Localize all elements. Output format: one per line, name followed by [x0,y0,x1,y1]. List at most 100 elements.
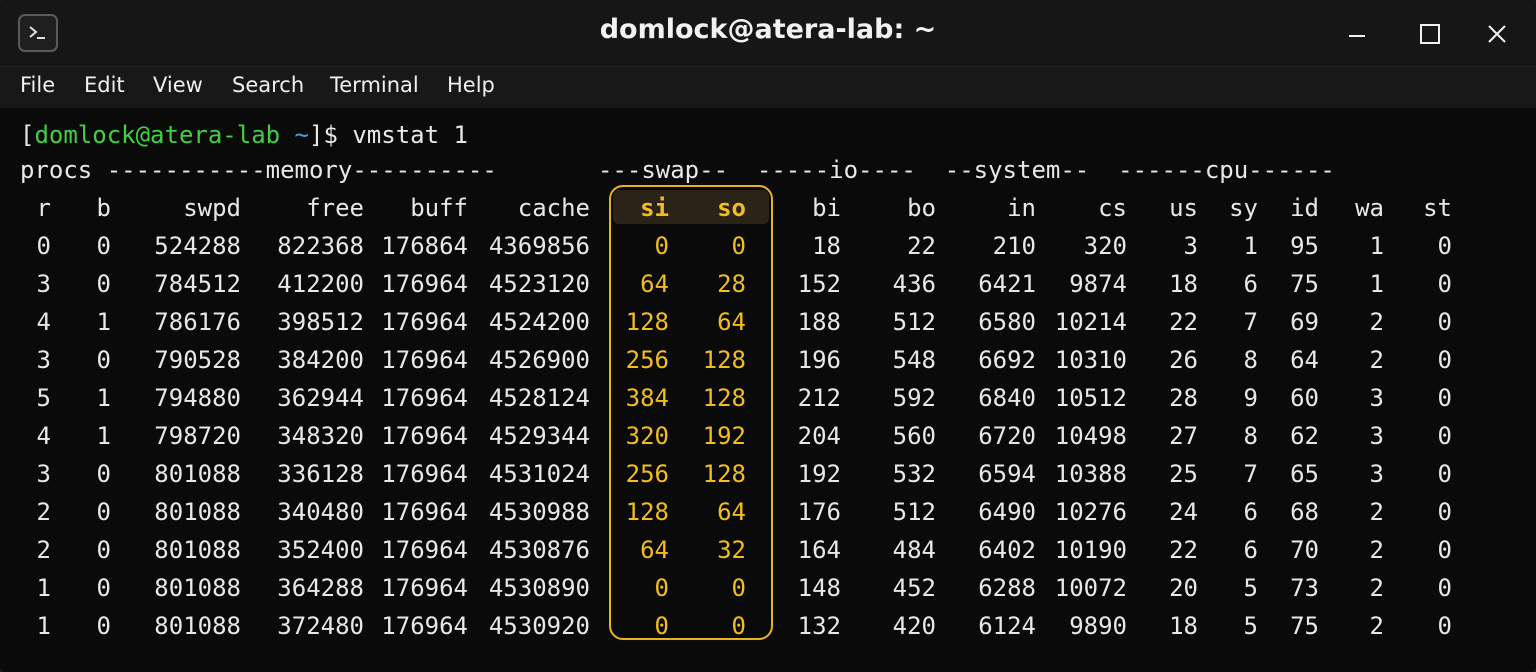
cell-swpd: 524288 [154,232,241,260]
cell-bi: 204 [797,422,841,450]
cell-buff: 176864 [381,232,468,260]
cell-id: 73 [1290,574,1319,602]
cell-us: 18 [1169,270,1198,298]
cell-buff: 176964 [381,612,468,640]
minimize-button[interactable] [1337,14,1377,54]
cell-id: 68 [1290,498,1319,526]
cell-cache: 4528124 [488,384,590,412]
cell-bo: 420 [892,612,936,640]
cell-so: 64 [717,308,746,336]
cell-in: 6421 [978,270,1036,298]
prompt-open-bracket: [ [20,121,35,149]
cell-bo: 560 [892,422,936,450]
prompt-user-host: domlock@atera-lab [34,121,281,149]
cell-b: 0 [96,460,111,488]
cell-cs: 9890 [1069,612,1127,640]
cell-st: 0 [1437,536,1452,564]
cell-us: 25 [1169,460,1198,488]
cell-wa: 2 [1369,612,1384,640]
cell-buff: 176964 [381,536,468,564]
menu-edit[interactable]: Edit [84,73,125,97]
maximize-icon [1420,24,1440,44]
cell-cs: 10276 [1054,498,1127,526]
close-button[interactable] [1477,14,1517,54]
cell-us: 26 [1169,346,1198,374]
cell-so: 128 [702,460,746,488]
close-icon [1488,25,1506,43]
cell-us: 3 [1183,232,1198,260]
cell-so: 0 [731,612,746,640]
prompt-path: ~ [280,121,309,149]
cell-si: 128 [625,498,669,526]
column-header-swpd: swpd [183,194,241,222]
menu-view[interactable]: View [153,73,203,97]
cell-free: 362944 [277,384,364,412]
cell-us: 22 [1169,308,1198,336]
cell-st: 0 [1437,232,1452,260]
cell-free: 822368 [277,232,364,260]
cell-bo: 22 [907,232,936,260]
cell-r: 1 [36,574,51,602]
cell-swpd: 798720 [154,422,241,450]
cell-us: 18 [1169,612,1198,640]
cell-in: 6124 [978,612,1036,640]
cell-bi: 188 [797,308,841,336]
cell-cs: 10214 [1054,308,1127,336]
shell-prompt: [domlock@atera-lab ~]$ vmstat 1 [20,121,468,149]
cell-wa: 2 [1369,346,1384,374]
cell-so: 28 [717,270,746,298]
cell-cs: 9874 [1069,270,1127,298]
cell-in: 6490 [978,498,1036,526]
cell-in: 6692 [978,346,1036,374]
cell-cache: 4530988 [488,498,590,526]
column-header-wa: wa [1355,194,1384,222]
column-header-buff: buff [410,194,468,222]
cell-bo: 548 [892,346,936,374]
cell-b: 1 [96,308,111,336]
cell-in: 6594 [978,460,1036,488]
cell-b: 0 [96,536,111,564]
cell-free: 364288 [277,574,364,602]
cell-sy: 1 [1243,232,1258,260]
typed-command: vmstat 1 [352,121,468,149]
column-header-r: r [36,194,51,222]
vmstat-row: 3 0 790528 384200 176964 4526900 256 128 196 548 6… [0,340,1536,378]
cell-wa: 1 [1369,270,1384,298]
vmstat-row: 1 0 801088 372480 176964 4530920 0 0 132 420 6124 9… [0,606,1536,644]
menu-terminal[interactable]: Terminal [330,73,419,97]
cell-swpd: 801088 [154,460,241,488]
group-header-line: procs -----------memory---------- ---swa… [0,150,1536,188]
cell-cache: 4530920 [488,612,590,640]
cell-wa: 2 [1369,308,1384,336]
cell-bo: 512 [892,308,936,336]
cell-id: 75 [1290,270,1319,298]
cell-sy: 5 [1243,612,1258,640]
cell-r: 5 [36,384,51,412]
cell-wa: 1 [1369,232,1384,260]
cell-sy: 8 [1243,346,1258,374]
menu-help[interactable]: Help [447,73,495,97]
column-header-cache: cache [517,194,590,222]
cell-buff: 176964 [381,498,468,526]
cell-st: 0 [1437,612,1452,640]
cell-so: 0 [731,574,746,602]
cell-swpd: 790528 [154,346,241,374]
cell-swpd: 784512 [154,270,241,298]
menu-file[interactable]: File [20,73,55,97]
cell-bo: 484 [892,536,936,564]
prompt-line: [domlock@atera-lab ~]$ vmstat 1 [0,112,1536,150]
cell-st: 0 [1437,270,1452,298]
cell-free: 348320 [277,422,364,450]
menu-search[interactable]: Search [232,73,304,97]
cell-si: 64 [640,270,669,298]
cell-free: 412200 [277,270,364,298]
maximize-button[interactable] [1410,14,1450,54]
cell-free: 336128 [277,460,364,488]
cell-swpd: 801088 [154,612,241,640]
cell-sy: 5 [1243,574,1258,602]
cell-bo: 452 [892,574,936,602]
cell-bi: 18 [812,232,841,260]
column-header-b: b [96,194,111,222]
cell-free: 340480 [277,498,364,526]
cell-us: 22 [1169,536,1198,564]
